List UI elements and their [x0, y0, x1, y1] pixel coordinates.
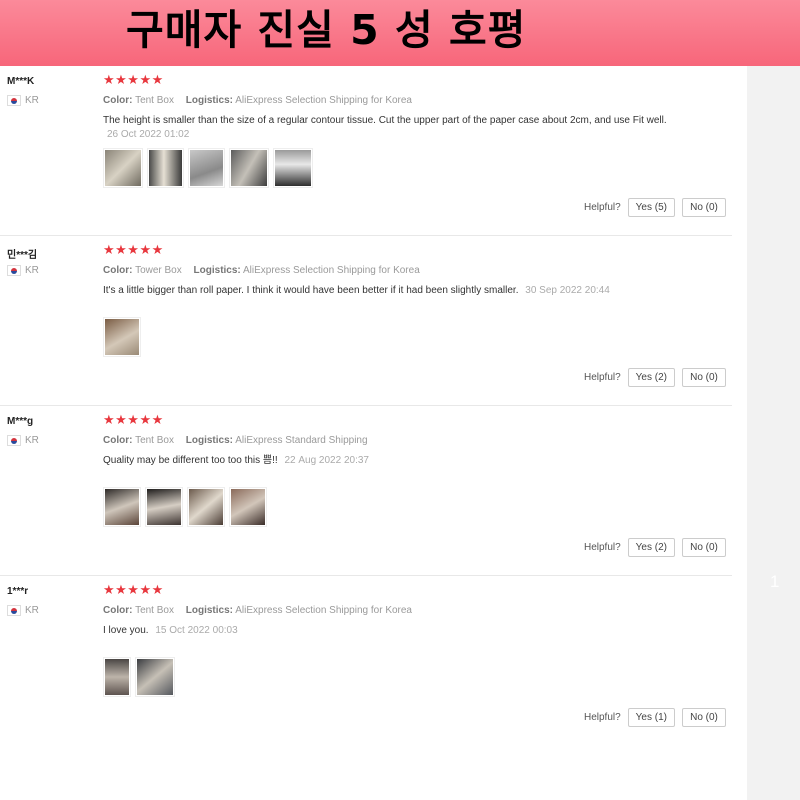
- side-panel: 1: [747, 66, 800, 800]
- helpful-label: Helpful?: [583, 202, 621, 213]
- logistics-value: AliExpress Standard Shipping: [235, 435, 368, 446]
- review-date: 15 Oct 2022 00:03: [155, 625, 238, 636]
- review-date: 30 Sep 2022 20:44: [525, 285, 610, 296]
- review-body: Quality may be different too too this 쁨!…: [103, 455, 278, 466]
- helpful-yes-button[interactable]: Yes (2): [627, 538, 675, 557]
- country-code: KR: [25, 265, 39, 276]
- country-code: KR: [25, 605, 39, 616]
- review-text: Quality may be different too too this 쁨!…: [103, 454, 673, 468]
- helpful-yes-button[interactable]: Yes (2): [627, 368, 675, 387]
- review-text: It's a little bigger than roll paper. I …: [103, 284, 703, 298]
- review-body: I love you.: [103, 625, 149, 636]
- logistics-label: Logistics:: [185, 435, 233, 446]
- logistics-label: Logistics:: [193, 265, 241, 276]
- color-value: Tent Box: [135, 435, 174, 446]
- star-rating: ★★★★★: [103, 243, 164, 258]
- review-photo[interactable]: [147, 148, 184, 188]
- helpful-yes-button[interactable]: Yes (1): [627, 708, 675, 727]
- logistics-value: AliExpress Selection Shipping for Korea: [235, 95, 412, 106]
- review-photo[interactable]: [135, 657, 175, 697]
- review-photo[interactable]: [103, 487, 141, 527]
- reviewer-name: 민***김: [7, 250, 38, 261]
- review-photos: [103, 148, 313, 188]
- reviewer-name: M***g: [7, 416, 34, 427]
- banner-title: 구매자 진실 5 성 호평: [126, 6, 527, 54]
- star-rating: ★★★★★: [103, 413, 164, 428]
- reviewer-name: 1***r: [7, 586, 29, 597]
- review-item: 민***김 KR ★★★★★ Color: Tower Box Logistic…: [0, 236, 732, 406]
- review-photo[interactable]: [229, 148, 269, 188]
- review-body: The height is smaller than the size of a…: [103, 115, 667, 126]
- helpful-votes: Helpful? Yes (5) No (0): [584, 198, 726, 217]
- review-photo[interactable]: [145, 487, 183, 527]
- review-photo[interactable]: [229, 487, 267, 527]
- review-meta: Color: Tent Box Logistics: AliExpress Se…: [103, 605, 412, 616]
- reviewer-country: KR: [7, 265, 39, 276]
- korea-flag-icon: [7, 605, 21, 616]
- review-item: 1***r KR ★★★★★ Color: Tent Box Logistics…: [0, 576, 732, 745]
- country-code: KR: [25, 435, 39, 446]
- korea-flag-icon: [7, 95, 21, 106]
- logistics-label: Logistics:: [185, 95, 233, 106]
- review-list: M***K KR ★★★★★ Color: Tent Box Logistics…: [0, 66, 747, 745]
- helpful-yes-button[interactable]: Yes (5): [627, 198, 675, 217]
- review-meta: Color: Tower Box Logistics: AliExpress S…: [103, 265, 420, 276]
- review-date: 26 Oct 2022 01:02: [107, 129, 190, 140]
- page-indicator[interactable]: 1: [770, 572, 779, 592]
- star-rating: ★★★★★: [103, 583, 164, 598]
- review-photo[interactable]: [103, 657, 131, 697]
- review-photo[interactable]: [103, 148, 143, 188]
- helpful-votes: Helpful? Yes (1) No (0): [584, 708, 726, 727]
- logistics-label: Logistics:: [185, 605, 233, 616]
- review-photos: [103, 657, 175, 697]
- helpful-label: Helpful?: [583, 542, 621, 553]
- reviewer-name: M***K: [7, 76, 35, 87]
- color-value: Tent Box: [135, 605, 174, 616]
- color-label: Color:: [103, 95, 133, 106]
- helpful-votes: Helpful? Yes (2) No (0): [584, 538, 726, 557]
- review-photo[interactable]: [187, 487, 225, 527]
- helpful-no-button[interactable]: No (0): [682, 198, 726, 217]
- review-photo[interactable]: [103, 317, 141, 357]
- helpful-label: Helpful?: [583, 372, 621, 383]
- review-item: M***K KR ★★★★★ Color: Tent Box Logistics…: [0, 66, 732, 236]
- review-meta: Color: Tent Box Logistics: AliExpress St…: [103, 435, 368, 446]
- color-value: Tent Box: [135, 95, 174, 106]
- korea-flag-icon: [7, 435, 21, 446]
- logistics-value: AliExpress Selection Shipping for Korea: [243, 265, 420, 276]
- review-photos: [103, 317, 141, 357]
- korea-flag-icon: [7, 265, 21, 276]
- helpful-votes: Helpful? Yes (2) No (0): [584, 368, 726, 387]
- review-meta: Color: Tent Box Logistics: AliExpress Se…: [103, 95, 412, 106]
- review-photo[interactable]: [273, 148, 313, 188]
- color-label: Color:: [103, 435, 133, 446]
- review-text: The height is smaller than the size of a…: [103, 114, 673, 142]
- review-body: It's a little bigger than roll paper. I …: [103, 285, 519, 296]
- review-text: I love you. 15 Oct 2022 00:03: [103, 624, 673, 638]
- review-item: M***g KR ★★★★★ Color: Tent Box Logistics…: [0, 406, 732, 576]
- review-photos: [103, 487, 267, 527]
- reviewer-country: KR: [7, 435, 39, 446]
- promo-banner: 구매자 진실 5 성 호평: [0, 0, 800, 66]
- country-code: KR: [25, 95, 39, 106]
- reviewer-country: KR: [7, 605, 39, 616]
- color-label: Color:: [103, 265, 133, 276]
- helpful-no-button[interactable]: No (0): [682, 368, 726, 387]
- helpful-no-button[interactable]: No (0): [682, 708, 726, 727]
- star-rating: ★★★★★: [103, 73, 164, 88]
- review-date: 22 Aug 2022 20:37: [284, 455, 369, 466]
- logistics-value: AliExpress Selection Shipping for Korea: [235, 605, 412, 616]
- helpful-label: Helpful?: [583, 712, 621, 723]
- color-label: Color:: [103, 605, 133, 616]
- review-photo[interactable]: [188, 148, 225, 188]
- color-value: Tower Box: [135, 265, 182, 276]
- helpful-no-button[interactable]: No (0): [682, 538, 726, 557]
- reviewer-country: KR: [7, 95, 39, 106]
